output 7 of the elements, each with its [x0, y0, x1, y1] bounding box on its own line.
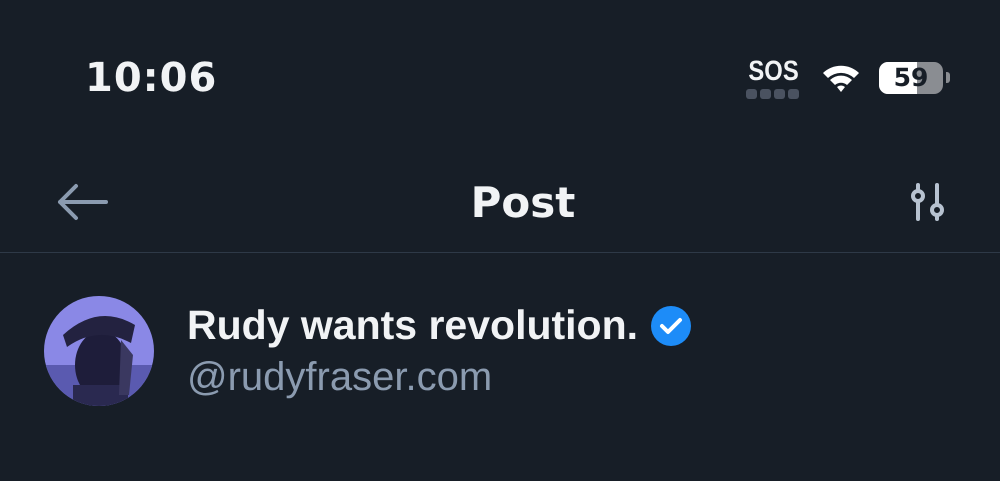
- battery-percentage: 59: [894, 63, 928, 92]
- signal-icon: [746, 88, 800, 98]
- author-handle: @rudyfraser.com: [187, 355, 494, 400]
- clock-time: 10:06: [85, 54, 218, 100]
- page-title: Post: [470, 178, 576, 226]
- author-name: Rudy wants revolution.: [187, 302, 638, 349]
- carrier-label: SOS: [748, 56, 799, 84]
